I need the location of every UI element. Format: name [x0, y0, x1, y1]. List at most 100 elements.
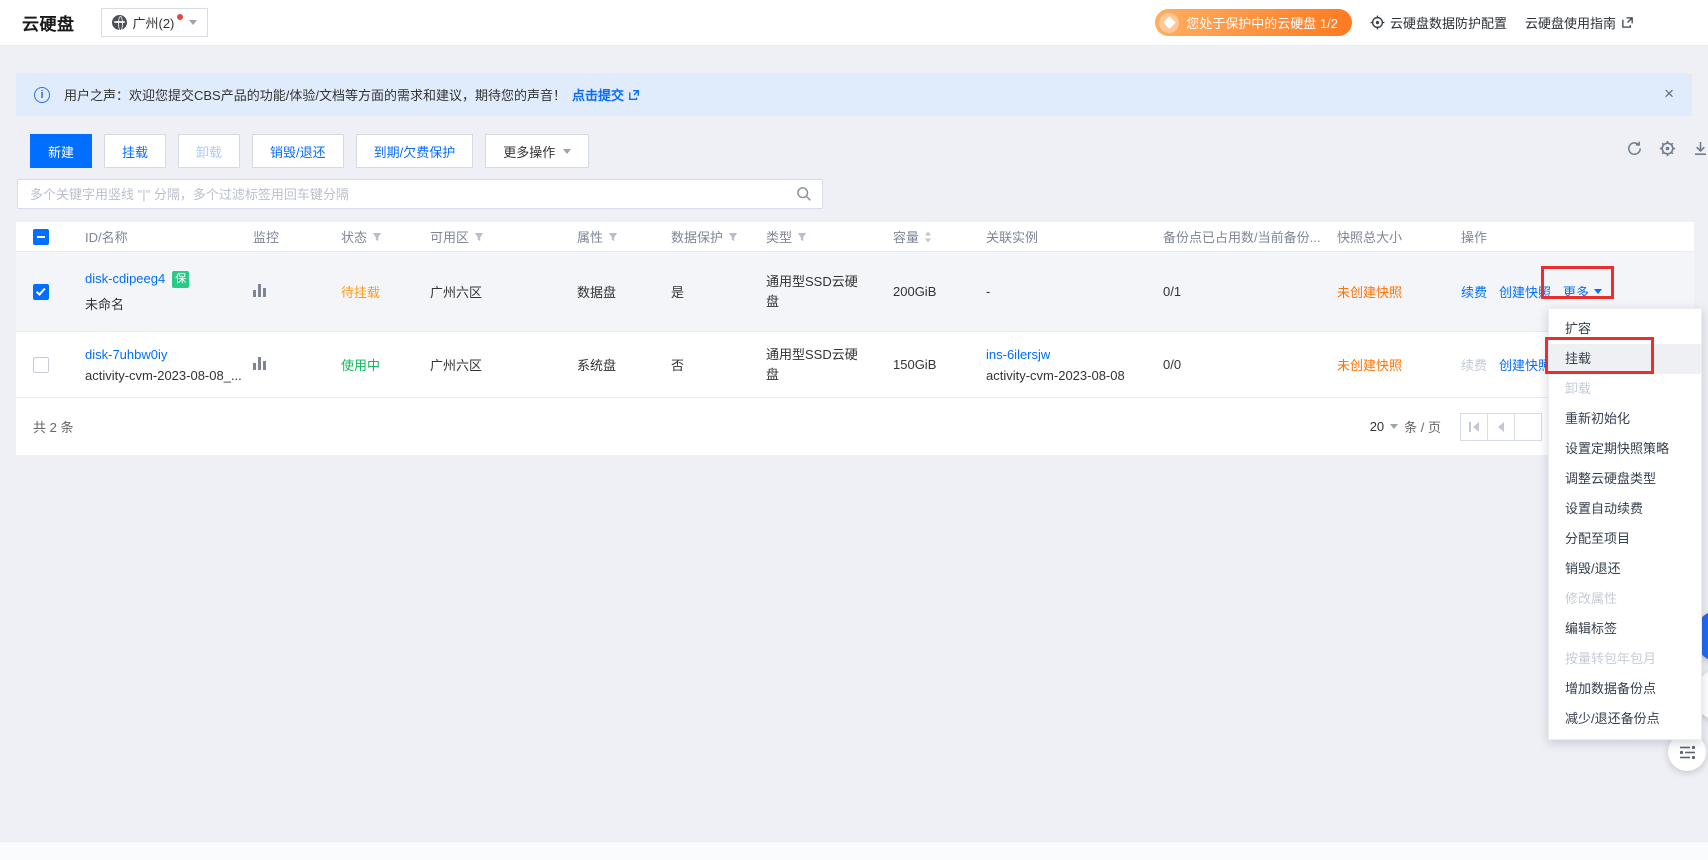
sort-icon[interactable]	[924, 231, 932, 243]
table-row-disk-cdipeeg4: disk-cdipeeg4保 未命名 待挂载 广州六区 数据盘 是 通用型SSD…	[16, 252, 1694, 332]
gear-icon	[1370, 15, 1385, 30]
col-status[interactable]: 状态	[341, 227, 430, 246]
search-box	[17, 179, 823, 209]
search-input[interactable]	[18, 180, 796, 208]
more-dropdown-menu: 扩容 挂载 卸载 重新初始化 设置定期快照策略 调整云硬盘类型 设置自动续费 分…	[1548, 308, 1702, 740]
chevron-down-icon	[189, 20, 197, 25]
col-attr[interactable]: 属性	[577, 227, 671, 246]
menu-item-attach[interactable]: 挂载	[1549, 344, 1701, 374]
menu-item-modify-attr: 修改属性	[1549, 584, 1701, 614]
col-instance: 关联实例	[986, 227, 1163, 246]
id-name-cell: disk-7uhbw0iy activity-cvm-2023-08-08_..…	[85, 347, 253, 383]
menu-item-add-backup-point[interactable]: 增加数据备份点	[1549, 674, 1701, 704]
page-number-box[interactable]	[1514, 413, 1542, 441]
col-operations: 操作	[1461, 227, 1694, 246]
snapshot-text: 未创建快照	[1337, 355, 1461, 374]
row-checkbox[interactable]	[33, 284, 49, 300]
backup-text: 0/0	[1163, 357, 1337, 372]
filter-icon[interactable]	[474, 232, 484, 242]
menu-item-auto-renew[interactable]: 设置自动续费	[1549, 494, 1701, 524]
submit-feedback-label: 点击提交	[572, 85, 624, 104]
shield-box-icon	[1159, 13, 1179, 33]
settings-gear-icon[interactable]	[1659, 140, 1676, 157]
col-capacity[interactable]: 容量	[893, 227, 986, 246]
more-operations-button[interactable]: 更多操作	[485, 134, 589, 168]
filter-icon[interactable]	[728, 232, 738, 242]
renew-link: 续费	[1461, 355, 1487, 374]
page-size-select[interactable]: 20	[1370, 419, 1398, 434]
row-checkbox[interactable]	[33, 357, 49, 373]
monitor-chart-icon[interactable]	[253, 284, 266, 297]
table-row-disk-7uhbw0iy: disk-7uhbw0iy activity-cvm-2023-08-08_..…	[16, 332, 1694, 398]
menu-item-edit-tags[interactable]: 编辑标签	[1549, 614, 1701, 644]
col-az[interactable]: 可用区	[430, 227, 577, 246]
protected-disks-label: 您处于保护中的云硬盘 1/2	[1186, 13, 1338, 32]
col-type[interactable]: 类型	[766, 227, 893, 246]
instance-id-link[interactable]: ins-6ilersjw	[986, 347, 1050, 362]
capacity-text: 150GiB	[893, 357, 986, 372]
region-label: 广州(2)	[133, 13, 175, 32]
table-tool-icons	[1626, 140, 1708, 157]
snapshot-text: 未创建快照	[1337, 282, 1461, 301]
status-text: 待挂载	[341, 282, 430, 301]
disk-id-link[interactable]: disk-7uhbw0iy	[85, 347, 167, 362]
type-text: 通用型SSD云硬盘	[766, 345, 866, 385]
select-all-checkbox[interactable]	[33, 229, 49, 245]
filter-icon[interactable]	[797, 232, 807, 242]
menu-item-reduce-backup-point[interactable]: 减少/退还备份点	[1549, 704, 1701, 734]
instance-cell: ins-6ilersjw activity-cvm-2023-08-08	[986, 347, 1163, 383]
menu-item-scheduled-snapshot[interactable]: 设置定期快照策略	[1549, 434, 1701, 464]
region-selector[interactable]: 广州(2)	[101, 8, 209, 37]
prev-page-button[interactable]	[1487, 413, 1515, 441]
external-link-icon	[628, 89, 640, 101]
action-toolbar: 新建 挂载 卸载 销毁/退还 到期/欠费保护 更多操作	[30, 134, 589, 168]
az-text: 广州六区	[430, 282, 577, 301]
close-icon[interactable]: ×	[1664, 84, 1674, 104]
table-footer: 共 2 条 20 条 / 页	[16, 398, 1694, 455]
menu-item-detach: 卸载	[1549, 374, 1701, 404]
menu-item-expand[interactable]: 扩容	[1549, 314, 1701, 344]
banner-text: 用户之声：欢迎您提交CBS产品的功能/体验/文档等方面的需求和建议，期待您的声音…	[64, 85, 566, 104]
usage-guide-link[interactable]: 云硬盘使用指南	[1525, 13, 1634, 32]
disk-table: ID/名称 监控 状态 可用区 属性 数据保护 类型 容量 关联实例 备份点已占…	[16, 222, 1694, 455]
instance-text: -	[986, 284, 1163, 299]
backup-text: 0/1	[1163, 284, 1337, 299]
data-protection-config-link[interactable]: 云硬盘数据防护配置	[1370, 13, 1507, 32]
monitor-chart-icon[interactable]	[253, 357, 266, 370]
more-link[interactable]: 更多	[1563, 282, 1602, 301]
search-icon[interactable]	[796, 186, 812, 202]
disk-id-link[interactable]: disk-cdipeeg4	[85, 271, 165, 286]
menu-item-destroy[interactable]: 销毁/退还	[1549, 554, 1701, 584]
menu-item-adjust-type[interactable]: 调整云硬盘类型	[1549, 464, 1701, 494]
more-operations-label: 更多操作	[503, 142, 555, 161]
bottom-strip	[0, 842, 1708, 860]
id-name-cell: disk-cdipeeg4保 未命名	[85, 271, 253, 313]
create-button[interactable]: 新建	[30, 134, 92, 168]
expire-protect-button[interactable]: 到期/欠费保护	[356, 134, 474, 168]
total-count: 共 2 条	[33, 417, 73, 436]
protection-text: 是	[671, 282, 766, 301]
chevron-down-icon	[1390, 424, 1398, 429]
attach-button[interactable]: 挂载	[104, 134, 166, 168]
filter-icon[interactable]	[608, 232, 618, 242]
top-bar: 云硬盘 广州(2) 您处于保护中的云硬盘 1/2	[0, 0, 1708, 46]
filter-icon[interactable]	[372, 232, 382, 242]
create-snapshot-link[interactable]: 创建快照	[1499, 282, 1551, 301]
destroy-return-button[interactable]: 销毁/退还	[252, 134, 344, 168]
menu-item-reinitialize[interactable]: 重新初始化	[1549, 404, 1701, 434]
col-protection[interactable]: 数据保护	[671, 227, 766, 246]
disk-name: activity-cvm-2023-08-08_...	[85, 368, 253, 383]
submit-feedback-link[interactable]: 点击提交	[572, 85, 640, 104]
create-snapshot-link[interactable]: 创建快照	[1499, 355, 1551, 374]
region-notify-dot	[177, 14, 183, 20]
menu-item-assign-project[interactable]: 分配至项目	[1549, 524, 1701, 554]
col-id-name: ID/名称	[85, 227, 253, 246]
col-snapshot: 快照总大小	[1337, 227, 1461, 246]
user-voice-banner: i 用户之声：欢迎您提交CBS产品的功能/体验/文档等方面的需求和建议，期待您的…	[16, 73, 1692, 116]
protected-disks-pill[interactable]: 您处于保护中的云硬盘 1/2	[1155, 9, 1352, 36]
renew-link[interactable]: 续费	[1461, 282, 1487, 301]
download-icon[interactable]	[1692, 140, 1708, 157]
refresh-icon[interactable]	[1626, 140, 1643, 157]
chevron-down-icon	[1594, 289, 1602, 294]
first-page-button[interactable]	[1460, 413, 1488, 441]
